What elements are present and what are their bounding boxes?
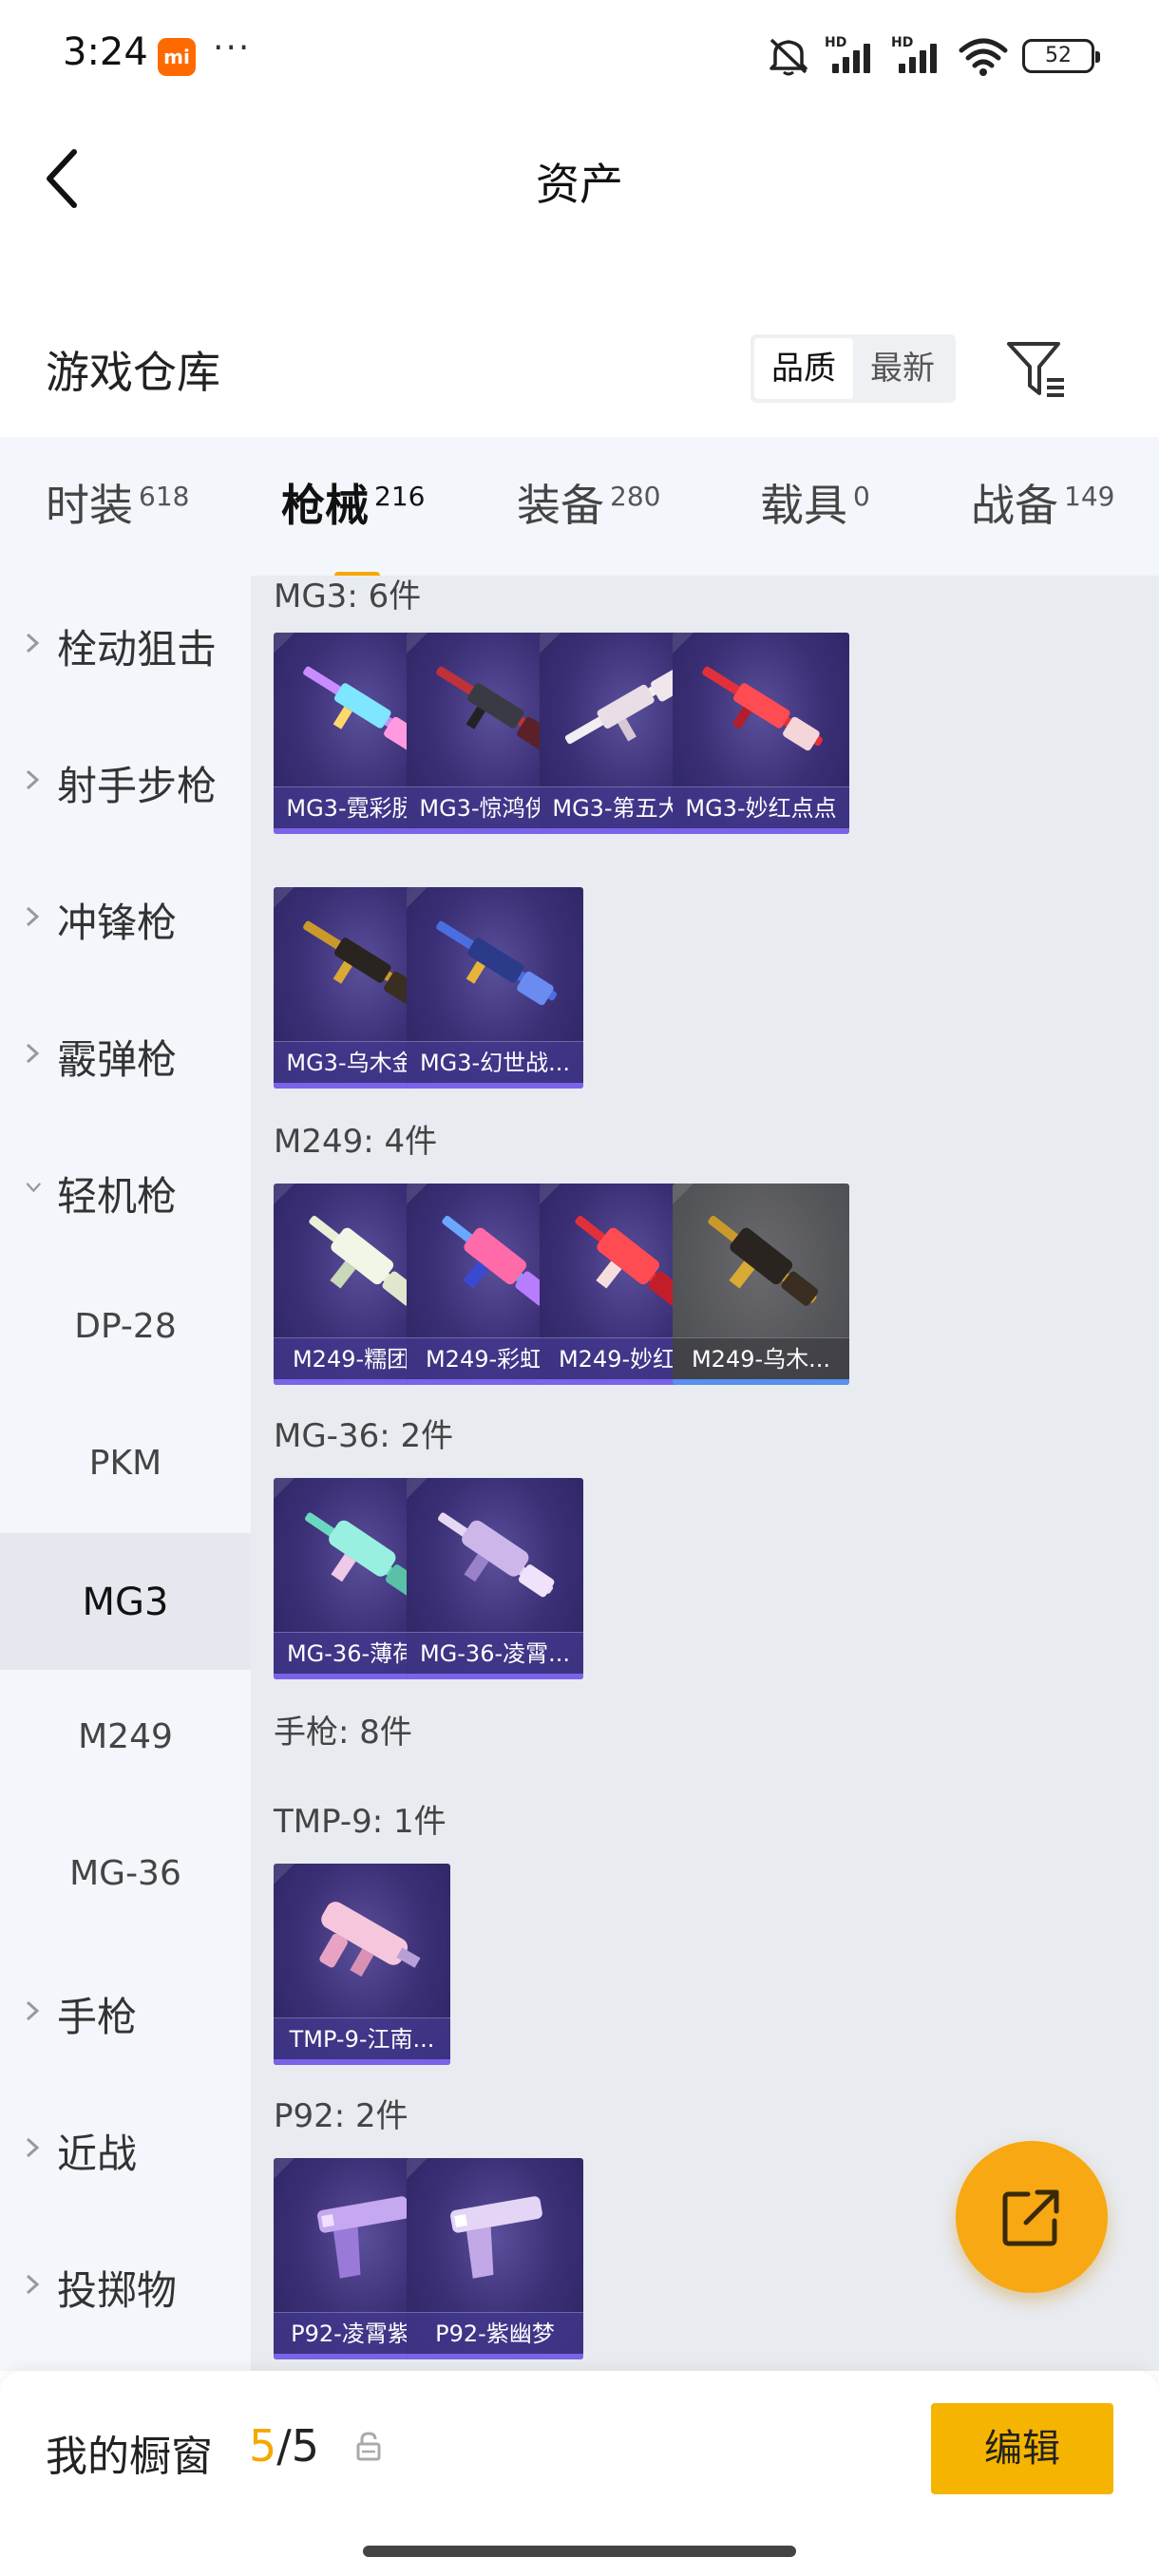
home-indicator[interactable] xyxy=(363,2546,796,2557)
showcase-label: 我的橱窗 xyxy=(46,2433,213,2481)
share-icon xyxy=(1002,2189,1059,2246)
sidebar-item-smg[interactable]: 冲锋枪 xyxy=(0,849,251,986)
battery-icon: 52 xyxy=(1022,39,1100,73)
lmg-icon xyxy=(708,1216,819,1306)
sidebar-item-pkm[interactable]: PKM xyxy=(0,1396,251,1533)
sort-toggle: 品质 最新 xyxy=(750,334,956,403)
category-tab-bar: 时装 618 枪械 216 装备 280 载具 0 战备 149 xyxy=(0,437,1159,579)
sidebar-item-mg36[interactable]: MG-36 xyxy=(0,1807,251,1943)
tab-vehicles[interactable]: 载具 0 xyxy=(760,471,870,547)
skin-card[interactable]: MG3-妙红点点 xyxy=(673,633,849,834)
chevron-right-icon xyxy=(26,906,40,927)
chevron-right-icon xyxy=(26,2274,40,2295)
more-notifications-icon: ··· xyxy=(213,28,252,67)
group-title-p92: P92: 2件 xyxy=(274,2097,408,2135)
skin-name: M249-乌木... xyxy=(691,1346,831,1373)
skin-card[interactable]: M249-乌木... xyxy=(673,1184,849,1385)
warehouse-title: 游戏仓库 xyxy=(46,347,220,398)
status-bar: 3:24 mi ··· HD HD 52 xyxy=(0,0,1159,114)
sidebar-item-melee[interactable]: 近战 xyxy=(0,2080,251,2217)
mg-rifle-icon xyxy=(436,920,558,1006)
sidebar-item-m249[interactable]: M249 xyxy=(0,1670,251,1807)
mg-rifle-icon xyxy=(702,666,824,751)
page-title: 资产 xyxy=(536,159,623,210)
skin-name: P92-紫幽梦 xyxy=(435,2320,555,2347)
status-icons: HD HD 52 xyxy=(766,32,1100,80)
sidebar-item-lmg[interactable]: 轻机枪 xyxy=(0,1123,251,1260)
chevron-down-icon xyxy=(26,1183,42,1193)
share-button[interactable] xyxy=(956,2141,1108,2293)
skin-card[interactable]: MG-36-凌霄... xyxy=(407,1478,583,1679)
sidebar-item-mg3[interactable]: MG3 xyxy=(0,1533,251,1670)
mi-notification-icon: mi xyxy=(158,38,196,76)
chevron-right-icon xyxy=(26,769,40,790)
skin-name: MG3-妙红点点 xyxy=(685,795,837,822)
sidebar-item-shotgun[interactable]: 霰弹枪 xyxy=(0,986,251,1123)
group-title-mg36: MG-36: 2件 xyxy=(274,1417,454,1455)
tab-supplies[interactable]: 战备 149 xyxy=(971,471,1114,547)
skin-name: MG-36-凌霄... xyxy=(419,1640,571,1667)
sidebar-item-marksman-rifle[interactable]: 射手步枪 xyxy=(0,712,251,849)
weapon-category-sidebar: 栓动狙击 射手步枪 冲锋枪 霰弹枪 轻机枪 DP-28 PKM MG3 M249… xyxy=(0,576,251,2371)
smg-icon xyxy=(319,1902,421,1977)
group-title-tmp9: TMP-9: 1件 xyxy=(274,1803,446,1841)
skin-card[interactable]: P92-紫幽梦 xyxy=(407,2158,583,2359)
cell-signal-1-icon: HD xyxy=(825,35,878,77)
chevron-right-icon xyxy=(26,2000,40,2021)
lock-icon xyxy=(356,2432,381,2461)
tab-firearms[interactable]: 枪械 216 xyxy=(281,471,425,579)
sidebar-item-throwable[interactable]: 投掷物 xyxy=(0,2217,251,2354)
skin-card[interactable]: TMP-9-江南... xyxy=(274,1864,450,2065)
sidebar-item-bolt-sniper[interactable]: 栓动狙击 xyxy=(0,576,251,712)
sort-newest-button[interactable]: 最新 xyxy=(853,338,952,399)
mute-icon xyxy=(770,38,808,76)
tab-equipment[interactable]: 装备 280 xyxy=(517,471,660,547)
chevron-right-icon xyxy=(26,2137,40,2158)
wifi-icon xyxy=(959,38,1008,76)
sort-quality-button[interactable]: 品质 xyxy=(754,338,853,399)
cell-signal-2-icon: HD xyxy=(891,35,944,77)
skin-name: TMP-9-江南... xyxy=(289,2026,435,2053)
pistol-icon xyxy=(450,2196,542,2279)
chevron-right-icon xyxy=(26,1043,40,1064)
status-time: 3:24 xyxy=(63,30,148,74)
group-title-m249: M249: 4件 xyxy=(274,1123,438,1161)
skin-card[interactable]: MG3-幻世战... xyxy=(407,887,583,1089)
tab-fashion[interactable]: 时装 618 xyxy=(46,471,189,547)
showcase-bar: 我的橱窗 5/5 编辑 xyxy=(0,2371,1159,2576)
weapon-skin-grid: MG3: 6件 MG3-霓彩脉冲 MG3-惊鸿侠骨 MG3-第五大道 MG3-妙… xyxy=(251,576,1159,2371)
rifle-icon xyxy=(438,1512,555,1598)
skin-name: MG3-幻世战... xyxy=(419,1050,571,1076)
chevron-right-icon xyxy=(26,633,40,653)
filter-icon[interactable] xyxy=(1005,336,1072,403)
sidebar-item-dp28[interactable]: DP-28 xyxy=(0,1260,251,1396)
edit-button[interactable]: 编辑 xyxy=(931,2403,1113,2494)
group-title-pistol: 手枪: 8件 xyxy=(274,1714,412,1752)
showcase-count: 5/5 xyxy=(249,2420,320,2472)
sidebar-item-pistol[interactable]: 手枪 xyxy=(0,1943,251,2080)
group-title-mg3: MG3: 6件 xyxy=(274,578,422,616)
